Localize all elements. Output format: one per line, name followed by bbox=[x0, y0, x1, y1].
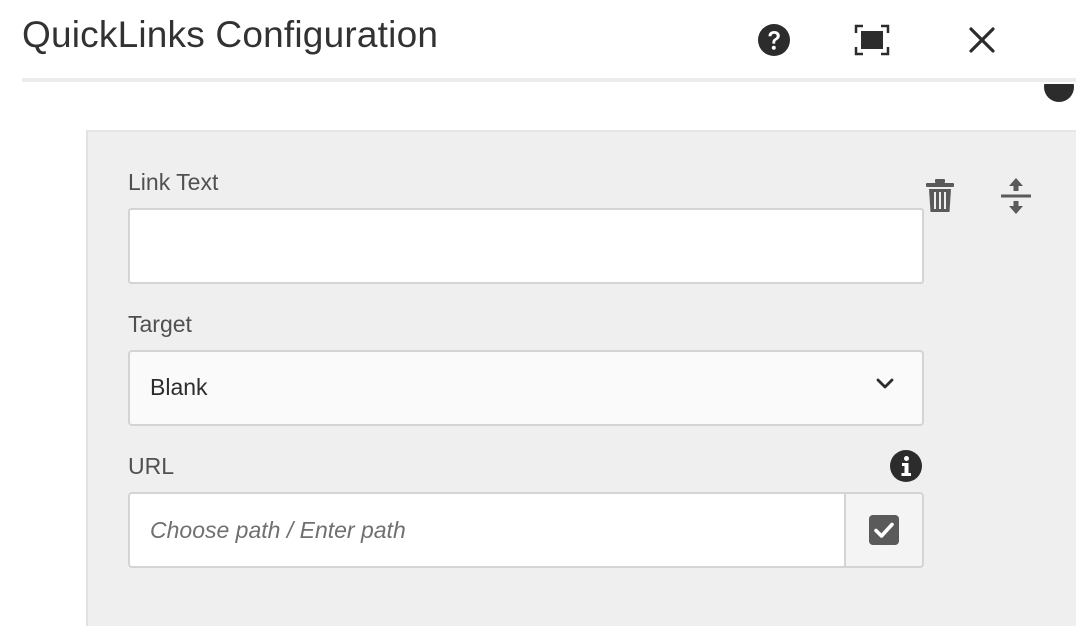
multifield-item: Link Text Target Blank URL Choose path /… bbox=[86, 130, 1076, 626]
close-button[interactable] bbox=[964, 22, 1000, 58]
url-label: URL bbox=[128, 453, 175, 479]
reorder-icon bbox=[1001, 178, 1031, 214]
chevron-down-icon bbox=[876, 378, 894, 389]
checkbox-picker-icon bbox=[869, 515, 899, 545]
link-text-label: Link Text bbox=[128, 169, 219, 195]
url-info-button[interactable] bbox=[888, 448, 924, 484]
close-icon bbox=[969, 27, 995, 53]
delete-item-button[interactable] bbox=[918, 174, 962, 218]
help-icon bbox=[758, 24, 790, 56]
help-button[interactable] bbox=[756, 22, 792, 58]
info-icon bbox=[890, 450, 922, 482]
clipped-previous-item bbox=[92, 88, 232, 114]
clipped-add-icon bbox=[1044, 84, 1076, 116]
dialog-title: QuickLinks Configuration bbox=[22, 14, 439, 55]
trash-icon bbox=[926, 179, 954, 212]
target-selected-value: Blank bbox=[150, 374, 208, 400]
reorder-item-handle[interactable] bbox=[994, 174, 1038, 218]
dialog-header: QuickLinks Configuration bbox=[0, 0, 1076, 82]
dialog-content[interactable]: Link Text Target Blank URL Choose path /… bbox=[0, 82, 1076, 626]
target-label: Target bbox=[128, 311, 192, 337]
url-path-input[interactable] bbox=[128, 492, 846, 568]
target-select[interactable]: Blank bbox=[128, 350, 924, 426]
path-picker-button[interactable] bbox=[844, 492, 924, 568]
fullscreen-icon bbox=[854, 24, 890, 56]
fullscreen-button[interactable] bbox=[854, 22, 890, 58]
link-text-input[interactable] bbox=[128, 208, 924, 284]
